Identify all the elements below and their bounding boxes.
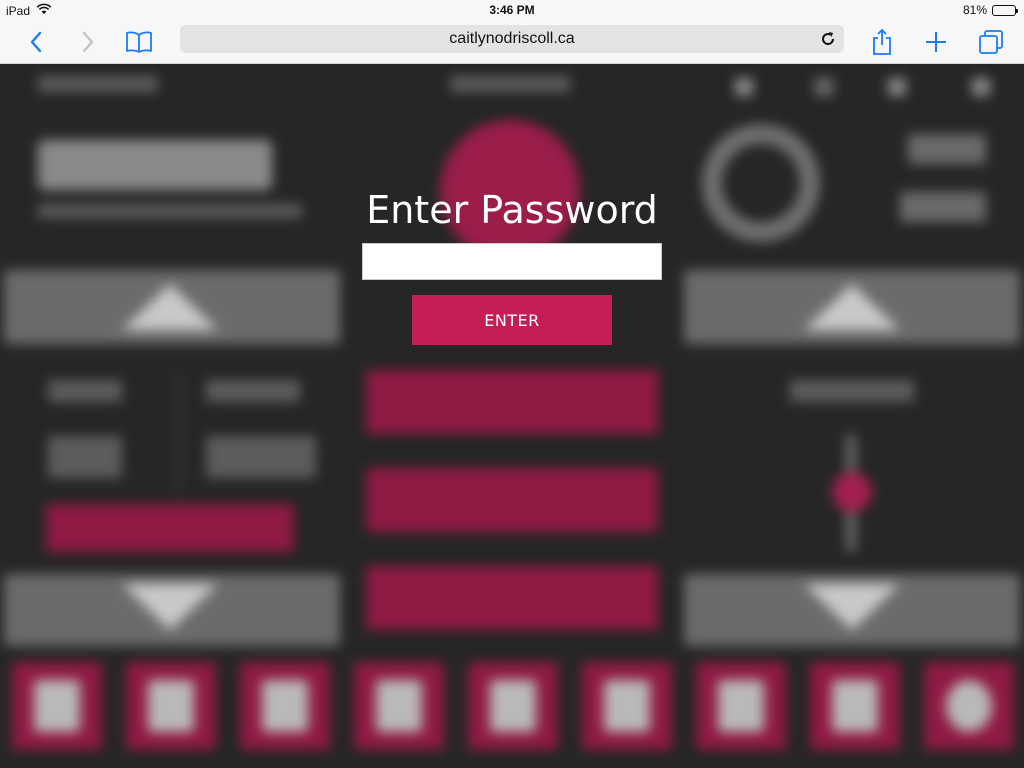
browser-toolbar: caitlynodriscoll.ca bbox=[0, 20, 1024, 64]
home-icon bbox=[735, 78, 753, 96]
status-time: 3:46 PM bbox=[489, 3, 535, 17]
note-icon bbox=[468, 662, 558, 750]
book-icon[interactable] bbox=[123, 26, 155, 58]
background-button bbox=[366, 370, 658, 434]
arrow-down-icon bbox=[804, 584, 900, 630]
phone-icon bbox=[582, 662, 672, 750]
person-icon bbox=[972, 78, 990, 96]
settings-icon bbox=[924, 662, 1014, 750]
gear-icon bbox=[888, 78, 906, 96]
background-button bbox=[46, 504, 294, 552]
plus-icon[interactable] bbox=[920, 26, 952, 58]
brightness-label-block bbox=[790, 380, 914, 402]
address-bar[interactable]: caitlynodriscoll.ca bbox=[180, 25, 844, 53]
background-button bbox=[366, 468, 658, 532]
tabs-icon[interactable] bbox=[975, 26, 1007, 58]
fridge-temp-block bbox=[48, 436, 122, 478]
food-icon bbox=[354, 662, 444, 750]
pills-icon bbox=[240, 662, 330, 750]
clock-block bbox=[38, 140, 272, 190]
reload-icon[interactable] bbox=[818, 29, 838, 49]
arrow-up-icon bbox=[122, 284, 218, 330]
web-content: Enter Password ENTER bbox=[0, 64, 1024, 768]
arrow-down-icon bbox=[122, 584, 218, 630]
password-input[interactable] bbox=[362, 243, 662, 280]
calculator-icon bbox=[696, 662, 786, 750]
chevron-right-icon[interactable] bbox=[72, 26, 104, 58]
freezer-temp-block bbox=[206, 436, 316, 478]
search-icon bbox=[815, 78, 833, 96]
status-right: 81% bbox=[962, 3, 1018, 17]
share-icon[interactable] bbox=[866, 26, 898, 58]
status-bar: iPad 3:46 PM 81% bbox=[0, 0, 1024, 20]
blurred-background-app bbox=[0, 64, 1024, 768]
fridge-label-block bbox=[48, 380, 122, 402]
url-text: caitlynodriscoll.ca bbox=[449, 30, 575, 47]
brightness-slider-knob bbox=[832, 472, 872, 512]
header-title-block bbox=[450, 76, 570, 92]
chevron-left-icon[interactable] bbox=[20, 26, 52, 58]
arrow-up-icon bbox=[804, 284, 900, 330]
background-button bbox=[366, 566, 658, 630]
lock-icon bbox=[12, 662, 102, 750]
calendar-icon bbox=[810, 662, 900, 750]
divider bbox=[178, 370, 180, 490]
home-icon bbox=[126, 662, 216, 750]
freezer-label-block bbox=[206, 380, 300, 402]
password-title: Enter Password bbox=[366, 188, 658, 232]
temperature-block bbox=[908, 134, 986, 164]
header-date-block bbox=[38, 76, 158, 92]
battery-percent: 81% bbox=[962, 3, 987, 17]
enter-button[interactable]: ENTER bbox=[412, 295, 612, 345]
battery-icon bbox=[992, 4, 1018, 16]
